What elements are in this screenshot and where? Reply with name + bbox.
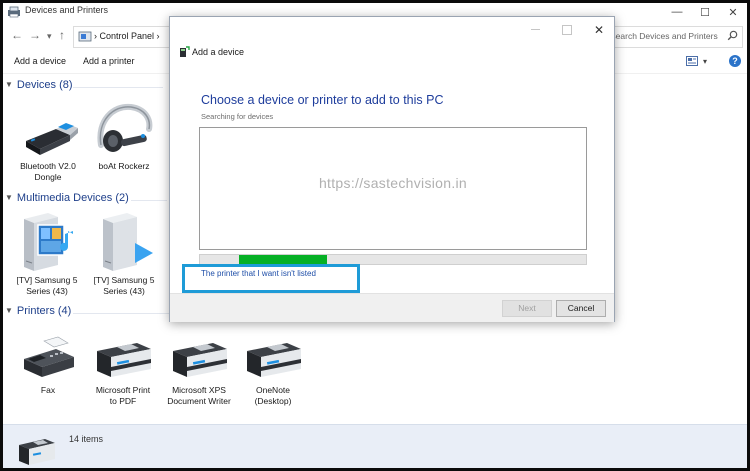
printer-icon <box>247 343 301 377</box>
watermark-text: https://sastechvision.in <box>318 175 468 191</box>
group-divider <box>73 87 163 88</box>
printer-microsoft-print-to-pdf[interactable]: Microsoft Print to PDF <box>87 337 159 407</box>
device-bluetooth-dongle[interactable]: Bluetooth V2.0 Dongle <box>12 107 84 183</box>
device-label: Microsoft XPS Document Writer <box>167 385 231 406</box>
device-results-list[interactable]: https://sastechvision.in <box>199 127 587 250</box>
device-samsung-tv-2[interactable]: [TV] Samsung 5 Series (43) <box>88 211 160 297</box>
progress-fill <box>238 255 328 264</box>
device-boat-rockerz[interactable]: boAt Rockerz <box>88 101 160 172</box>
dialog-close-button[interactable]: ✕ <box>594 23 604 37</box>
view-options-icon[interactable] <box>686 56 698 66</box>
device-label: Bluetooth V2.0 Dongle <box>20 161 76 182</box>
group-multimedia-devices[interactable]: ▼ Multimedia Devices (2) <box>5 192 129 204</box>
dialog-title: Add a device <box>192 47 245 57</box>
group-divider <box>73 313 169 314</box>
dialog-minimize-button <box>531 29 540 30</box>
media-server-icon <box>24 213 73 271</box>
add-device-icon <box>180 46 190 57</box>
collapse-chevron-icon[interactable]: ▼ <box>5 80 13 89</box>
dialog-footer: Next Cancel <box>170 293 614 322</box>
dialog-maximize-button <box>562 25 572 35</box>
devices-and-printers-window: Devices and Printers — ☐ ✕ ← → ▾ ↑ › Con… <box>3 3 747 468</box>
view-menu-chevron-icon[interactable]: ▾ <box>703 57 707 66</box>
add-device-button[interactable]: Add a device <box>14 56 66 66</box>
collapse-chevron-icon[interactable]: ▼ <box>5 193 13 202</box>
address-bar[interactable]: › Control Panel › <box>73 26 171 48</box>
printer-icon <box>173 343 227 377</box>
device-label: Microsoft Print to PDF <box>95 385 151 406</box>
headset-icon <box>97 103 153 152</box>
forward-button[interactable]: → <box>29 28 41 42</box>
maximize-button[interactable]: ☐ <box>691 3 719 21</box>
device-label: boAt Rockerz <box>98 161 150 171</box>
back-button[interactable]: ← <box>11 28 23 42</box>
printer-icon <box>97 343 151 377</box>
window-title: Devices and Printers <box>25 5 109 15</box>
group-devices[interactable]: ▼ Devices (8) <box>5 79 73 91</box>
group-printers[interactable]: ▼ Printers (4) <box>5 305 71 317</box>
search-input[interactable]: Search Devices and Printers <box>610 31 718 41</box>
usb-dongle-icon <box>26 123 78 155</box>
device-label: [TV] Samsung 5 Series (43) <box>16 275 78 296</box>
printer-icon <box>19 439 55 465</box>
device-label: Fax <box>40 385 56 395</box>
group-devices-label: Devices (8) <box>16 79 73 91</box>
printer-fax[interactable]: Fax <box>12 333 84 396</box>
next-button[interactable]: Next <box>502 300 552 317</box>
item-count: 14 items <box>69 434 104 444</box>
search-icon[interactable] <box>727 30 738 41</box>
breadcrumb[interactable]: › Control Panel › <box>94 31 160 41</box>
collapse-chevron-icon[interactable]: ▼ <box>5 306 13 315</box>
media-device-icon <box>103 213 153 271</box>
control-panel-icon <box>78 31 92 42</box>
dialog-heading: Choose a device or printer to add to thi… <box>201 93 444 107</box>
device-label: OneNote (Desktop) <box>254 385 292 406</box>
add-printer-button[interactable]: Add a printer <box>83 56 135 66</box>
group-printers-label: Printers (4) <box>16 305 72 317</box>
minimize-button[interactable]: — <box>663 3 691 21</box>
device-label: [TV] Samsung 5 Series (43) <box>93 275 155 296</box>
cancel-button[interactable]: Cancel <box>556 300 606 317</box>
printer-onenote-desktop[interactable]: OneNote (Desktop) <box>237 337 309 407</box>
search-box[interactable]: Search Devices and Printers <box>607 26 743 48</box>
device-samsung-tv-1[interactable]: [TV] Samsung 5 Series (43) <box>11 211 83 297</box>
recent-locations-button[interactable]: ▾ <box>47 31 52 42</box>
group-multimedia-label: Multimedia Devices (2) <box>16 192 129 204</box>
printer-microsoft-xps-document-writer[interactable]: Microsoft XPS Document Writer <box>163 337 235 407</box>
close-button[interactable]: ✕ <box>719 3 747 21</box>
add-device-dialog: ✕ Add a device Choose a device or printe… <box>169 16 615 322</box>
up-button[interactable]: ↑ <box>59 28 65 42</box>
searching-status-text: Searching for devices <box>201 112 274 121</box>
fax-icon <box>24 336 74 377</box>
devices-printers-app-icon <box>8 6 20 18</box>
help-icon[interactable]: ? <box>729 55 741 67</box>
highlight-box <box>182 264 360 293</box>
group-divider <box>131 200 167 201</box>
status-bar: 14 items <box>3 424 747 468</box>
